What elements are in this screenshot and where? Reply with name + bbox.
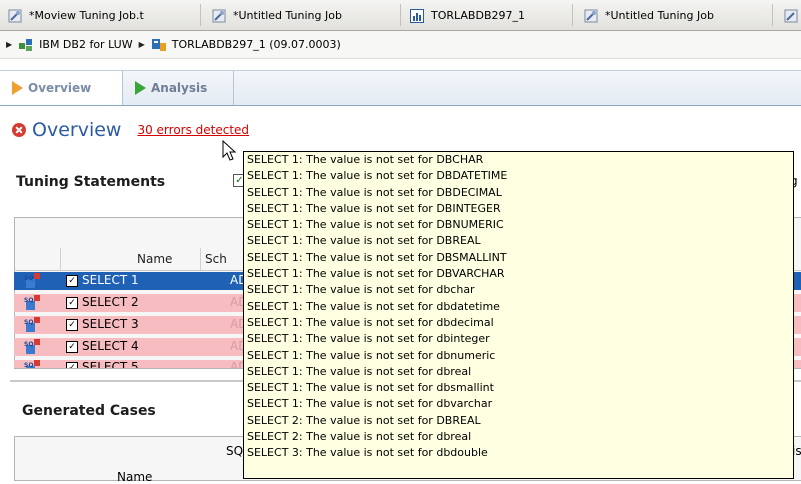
column-header-schema[interactable]: Sch <box>205 248 227 270</box>
column-header-name[interactable]: Name <box>137 248 172 270</box>
errors-detected-link[interactable]: 30 errors detected <box>137 123 249 137</box>
editor-tab-label: *Untitled Tuning Job <box>605 9 714 22</box>
row-checkbox[interactable]: ✓ <box>66 297 78 309</box>
tooltip-line: SELECT 2: The value is not set for DBREA… <box>247 413 481 427</box>
column-header-name[interactable]: Name <box>117 470 152 484</box>
breadcrumb-database[interactable]: TORLABDB297_1 (09.07.0003) <box>172 38 341 51</box>
play-icon <box>135 81 146 95</box>
database-icon <box>151 38 166 51</box>
tooltip-line: SELECT 1: The value is not set for DBSMA… <box>247 250 507 264</box>
svg-text:SQ: SQ <box>24 319 33 326</box>
editor-tab-moview[interactable]: *Moview Tuning Job.t <box>0 3 196 28</box>
breadcrumb-arrow-icon[interactable]: ▶ <box>139 40 145 49</box>
statement-name: SELECT 3 <box>82 317 139 331</box>
tooltip-line: SELECT 1: The value is not set for dbcha… <box>247 283 475 297</box>
tab-overview-label: Overview <box>28 81 92 95</box>
statement-name: SELECT 1 <box>82 273 139 287</box>
svg-text:SQ: SQ <box>24 362 33 368</box>
db-platform-icon <box>19 38 33 51</box>
sql-error-icon: SQ <box>24 360 40 368</box>
tooltip-line: SELECT 1: The value is not set for dbdec… <box>247 315 494 329</box>
tooltip-line: SELECT 1: The value is not set for dbvar… <box>247 397 493 411</box>
play-icon <box>12 81 23 95</box>
tooltip-line: SELECT 3: The value is not set for dbdou… <box>247 446 488 460</box>
tooltip-line: SELECT 1: The value is not set for dbdat… <box>247 299 500 313</box>
error-icon <box>12 123 26 137</box>
tooltip-line: SELECT 1: The value is not set for dbint… <box>247 332 490 346</box>
editor-tab-bar: *Moview Tuning Job.t *Untitled Tuning Jo… <box>0 0 801 31</box>
tooltip-line: SELECT 1: The value is not set for dbrea… <box>247 364 472 378</box>
breadcrumb: ▶ IBM DB2 for LUW ▶ TORLABDB297_1 (09.07… <box>0 31 801 59</box>
mouse-cursor-icon <box>222 140 237 161</box>
editor-tab-label: *Moview Tuning Job.t <box>29 9 144 22</box>
row-checkbox[interactable]: ✓ <box>66 319 78 331</box>
statement-name: SELECT 5 <box>82 360 139 368</box>
tooltip-line: SELECT 1: The value is not set for DBINT… <box>247 201 501 215</box>
statement-name: SELECT 2 <box>82 295 139 309</box>
tooltip-line: SELECT 2: The value is not set for dbrea… <box>247 430 472 444</box>
tab-analysis-label: Analysis <box>151 81 208 95</box>
tooltip-line: SELECT 1: The value is not set for DBNUM… <box>247 218 504 232</box>
sql-error-icon: SQ <box>24 273 40 288</box>
generated-cases-title: Generated Cases <box>22 403 156 419</box>
tab-overview[interactable]: Overview <box>0 71 123 105</box>
page-tab-bar: Overview Analysis <box>0 70 801 106</box>
svg-text:SQ: SQ <box>24 341 33 348</box>
row-checkbox[interactable]: ✓ <box>66 341 78 353</box>
tuning-job-icon <box>784 9 798 22</box>
tooltip-line: SELECT 1: The value is not set for DBDEC… <box>247 185 502 199</box>
breadcrumb-arrow-icon[interactable]: ▶ <box>6 40 12 49</box>
tuning-statements-title: Tuning Statements <box>16 174 166 190</box>
errors-tooltip: SELECT 1: The value is not set for DBCHA… <box>243 151 794 479</box>
statement-name: SELECT 4 <box>82 339 139 353</box>
editor-tab-overflow[interactable] <box>776 3 801 28</box>
editor-tab-label: *Untitled Tuning Job <box>233 9 342 22</box>
tuning-job-icon <box>212 9 226 22</box>
svg-text:SQ: SQ <box>24 275 33 282</box>
row-checkbox[interactable]: ✓ <box>66 362 78 368</box>
sql-error-icon: SQ <box>24 317 40 332</box>
row-checkbox[interactable]: ✓ <box>66 275 78 287</box>
tooltip-line: SELECT 1: The value is not set for DBVAR… <box>247 267 505 281</box>
chart-icon <box>410 8 424 23</box>
tuning-job-icon <box>584 9 598 22</box>
tooltip-line: SELECT 1: The value is not set for DBDAT… <box>247 169 508 183</box>
breadcrumb-platform[interactable]: IBM DB2 for LUW <box>39 38 132 51</box>
tooltip-line: SELECT 1: The value is not set for dbnum… <box>247 348 496 362</box>
tuning-job-icon <box>8 9 22 22</box>
tooltip-line: SELECT 1: The value is not set for DBREA… <box>247 234 481 248</box>
svg-text:SQ: SQ <box>24 297 33 304</box>
tooltip-line: SELECT 1: The value is not set for dbsma… <box>247 381 494 395</box>
sql-error-icon: SQ <box>24 339 40 354</box>
tooltip-line: SELECT 1: The value is not set for DBCHA… <box>247 153 484 166</box>
tab-analysis[interactable]: Analysis <box>123 71 234 105</box>
editor-tab-torlabdb297[interactable]: TORLABDB297_1 <box>402 3 598 28</box>
sql-error-icon: SQ <box>24 295 40 310</box>
overview-header: Overview 30 errors detected <box>12 118 249 142</box>
editor-tab-untitled-1[interactable]: *Untitled Tuning Job <box>204 3 400 28</box>
page-title: Overview <box>32 119 122 141</box>
editor-tab-label: TORLABDB297_1 <box>431 9 525 22</box>
editor-tab-untitled-2[interactable]: *Untitled Tuning Job <box>576 3 772 28</box>
